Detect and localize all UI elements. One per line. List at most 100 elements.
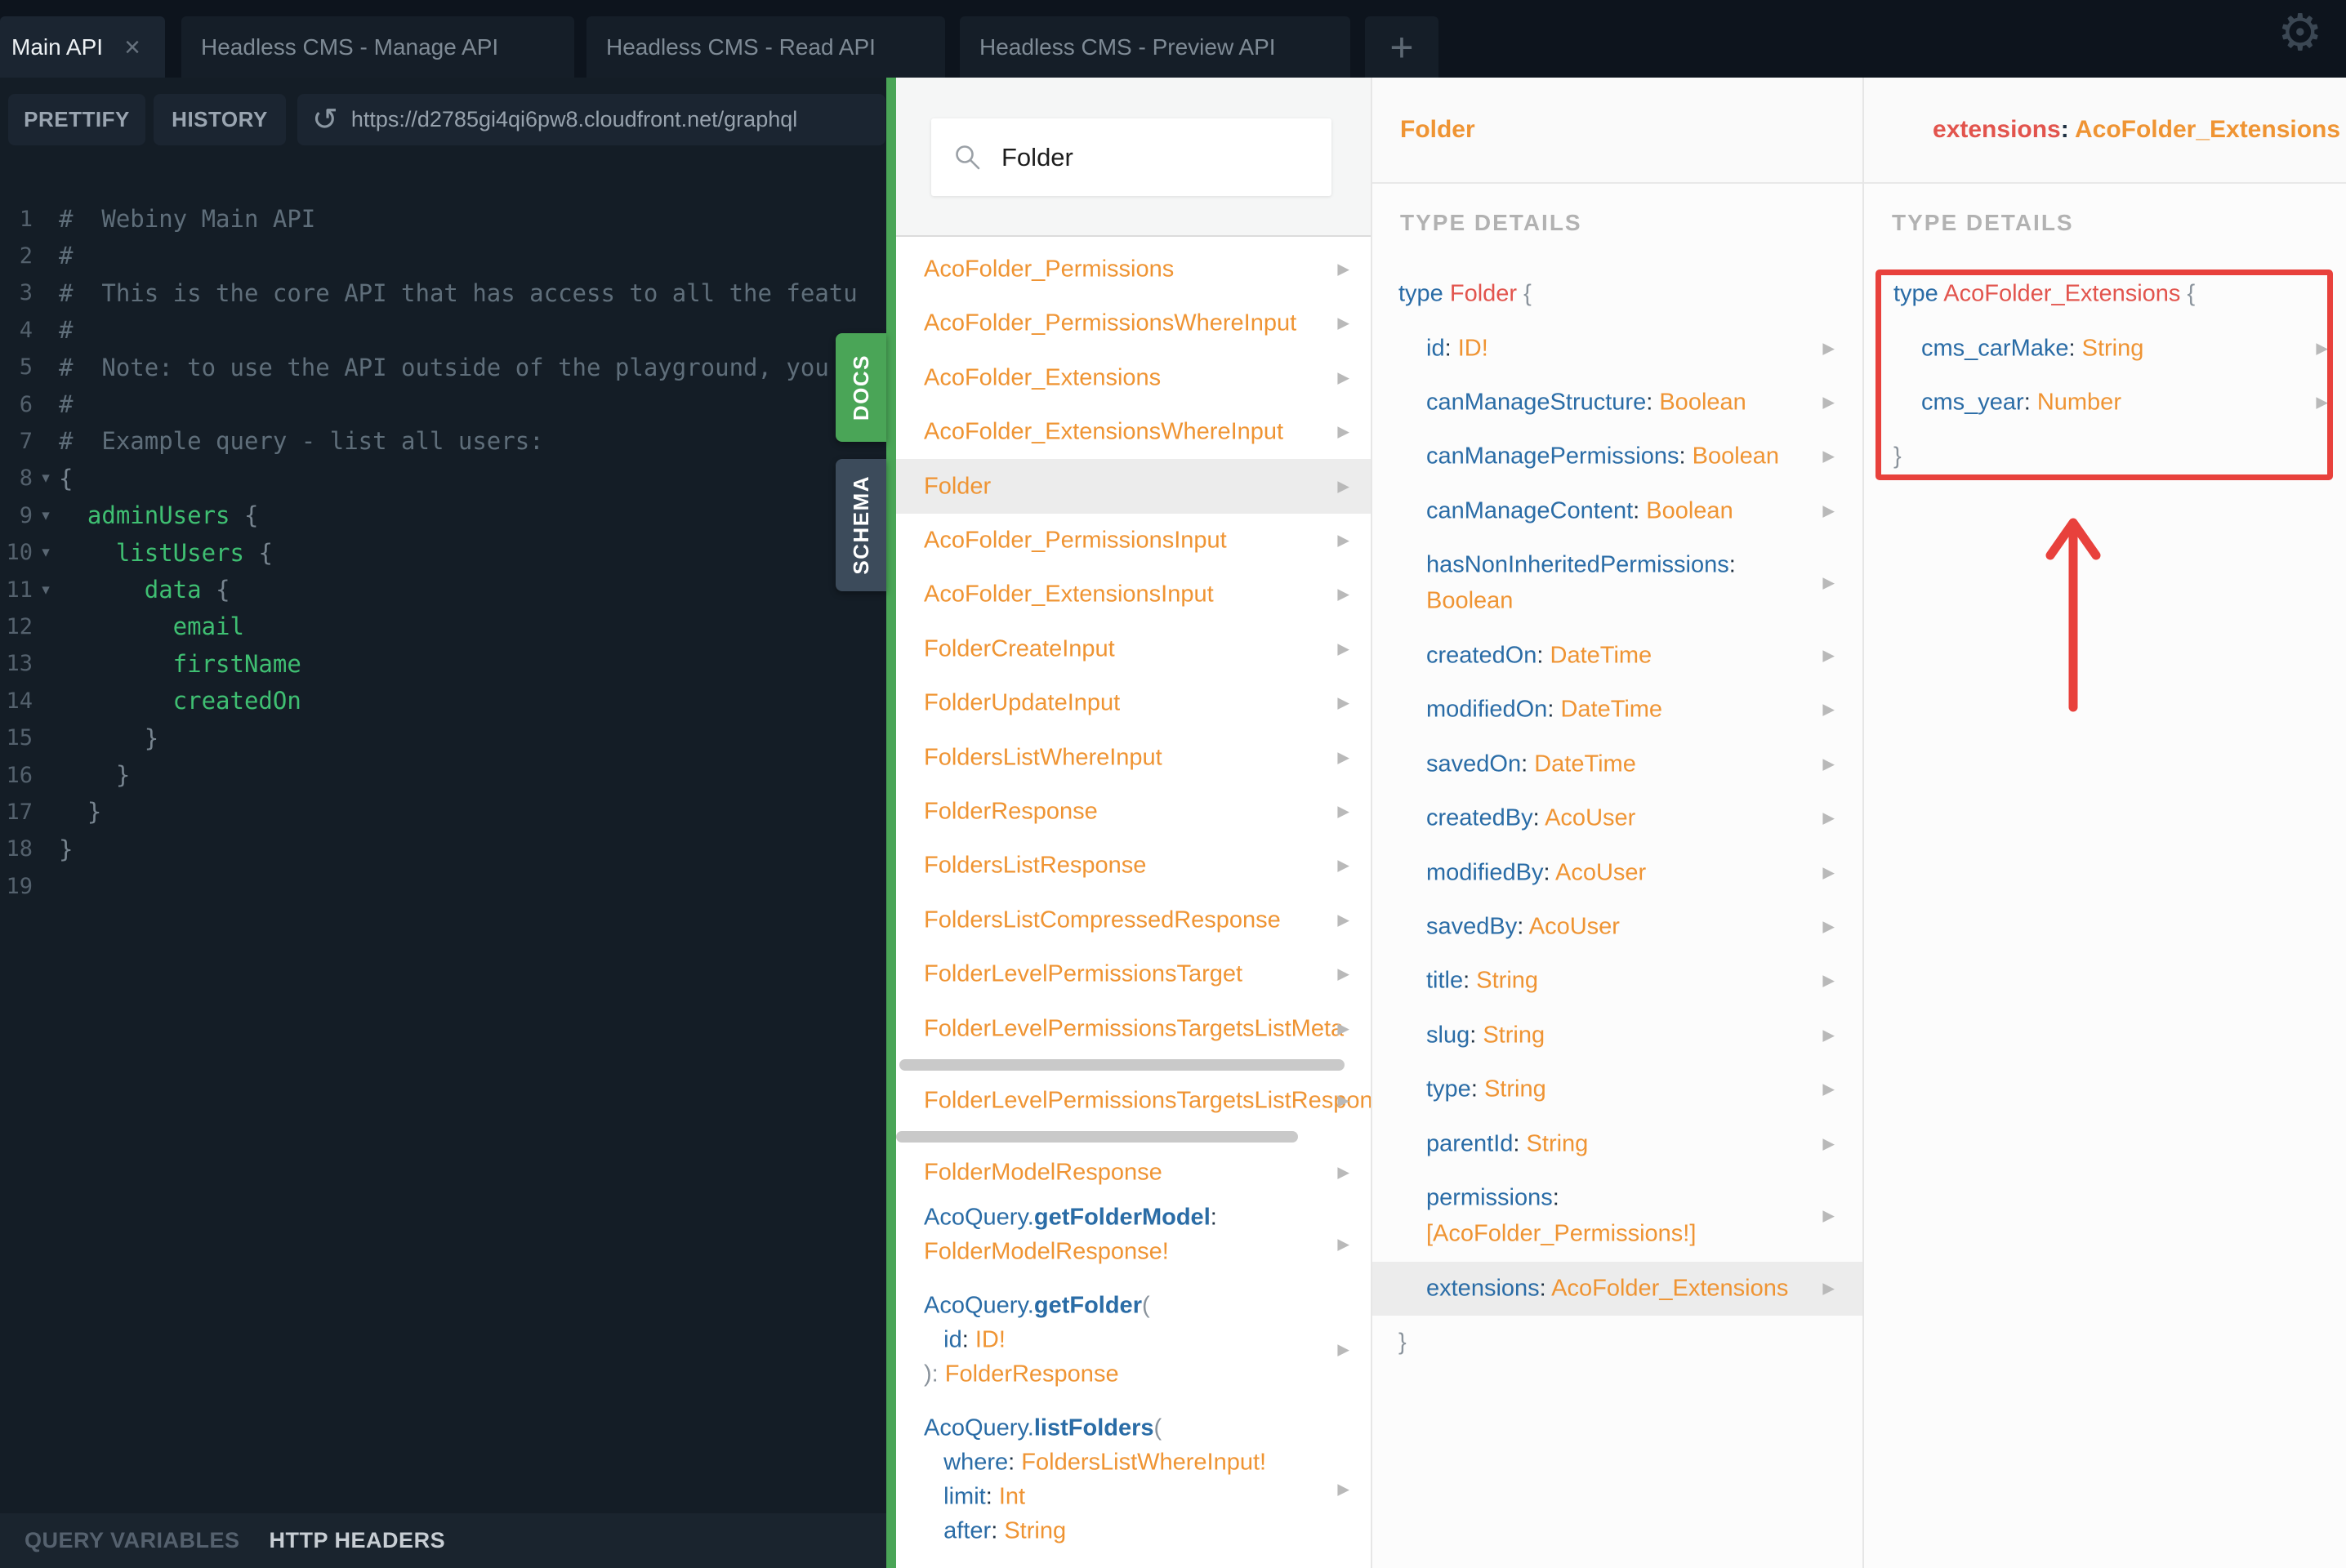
doc-list-item[interactable]: FolderLevelPermissionsTargetsListMeta ▶ (896, 1001, 1371, 1055)
expand-arrow-icon[interactable]: ▶ (1822, 1207, 1835, 1226)
doc-list-item[interactable]: AcoFolder_Extensions ▶ (896, 351, 1371, 405)
expand-arrow-icon[interactable]: ▶ (1337, 368, 1349, 387)
doc-search-input[interactable] (1000, 141, 1313, 173)
doc-list-item[interactable]: AcoQuery.getFolderModel: FolderModelRespo… (896, 1200, 1371, 1289)
type-field-row[interactable]: permissions: [AcoFolder_Permissions!] ▶ (1372, 1171, 1862, 1262)
expand-arrow-icon[interactable]: ▶ (1337, 857, 1349, 875)
doc-list-item[interactable]: Folder ▶ (896, 459, 1371, 514)
doc-list-item[interactable]: FolderLevelPermissionsTarget ▶ (896, 947, 1371, 1001)
type-field-row[interactable]: slug: String ▶ (1372, 1009, 1862, 1062)
doc-list-item[interactable]: FoldersListResponse ▶ (896, 839, 1371, 893)
doc-list-item[interactable]: AcoFolder_ExtensionsWhereInput ▶ (896, 405, 1371, 459)
expand-arrow-icon[interactable]: ▶ (1337, 423, 1349, 442)
expand-arrow-icon[interactable]: ▶ (1822, 501, 1835, 520)
query-variables-tab[interactable]: QUERY VARIABLES (25, 1528, 240, 1553)
type-field-row[interactable]: } (1372, 1316, 1862, 1370)
editor-line[interactable]: 10 ▾ listUsers { (0, 534, 886, 572)
horizontal-scrollbar-thumb[interactable] (899, 1058, 1345, 1071)
doc-list-item[interactable]: FolderModelResponse ▶ (896, 1146, 1371, 1200)
expand-arrow-icon[interactable]: ▶ (1337, 1340, 1349, 1359)
editor-line[interactable]: 9 ▾ adminUsers { (0, 497, 886, 534)
expand-arrow-icon[interactable]: ▶ (1337, 694, 1349, 713)
expand-arrow-icon[interactable]: ▶ (2316, 339, 2328, 358)
expand-arrow-icon[interactable]: ▶ (1337, 477, 1349, 496)
editor-line[interactable]: 15 } (0, 719, 886, 757)
doc-list-item[interactable]: FolderLevelPermissionsTargetsListRespons… (896, 1074, 1371, 1128)
type-field-row[interactable]: type Folder { (1372, 267, 1862, 321)
editor-line[interactable]: 4 # (0, 311, 886, 349)
http-headers-tab[interactable]: HTTP HEADERS (270, 1528, 446, 1553)
expand-arrow-icon[interactable]: ▶ (1337, 314, 1349, 333)
expand-arrow-icon[interactable]: ▶ (1822, 755, 1835, 773)
expand-arrow-icon[interactable]: ▶ (1337, 748, 1349, 767)
expand-arrow-icon[interactable]: ▶ (2316, 393, 2328, 412)
expand-arrow-icon[interactable]: ▶ (1337, 1235, 1349, 1254)
type-field-row[interactable]: modifiedBy: AcoUser ▶ (1372, 845, 1862, 899)
type-field-row[interactable]: type: String ▶ (1372, 1062, 1862, 1116)
doc-list-item[interactable]: AcoQuery.getFolder( id: ID!): FolderResp… (896, 1289, 1371, 1411)
editor-line[interactable]: 19 (0, 867, 886, 905)
type-field-row[interactable]: modifiedOn: DateTime ▶ (1372, 683, 1862, 737)
doc-list-item[interactable]: AcoQuery.listFolders( where: FoldersList… (896, 1411, 1371, 1568)
editor-line[interactable]: 14 createdOn (0, 682, 886, 719)
type-field-row[interactable]: canManageStructure: Boolean ▶ (1372, 376, 1862, 430)
expand-arrow-icon[interactable]: ▶ (1337, 802, 1349, 821)
type-field-row[interactable]: hasNonInheritedPermissions: Boolean ▶ (1372, 538, 1862, 629)
close-icon[interactable]: × (124, 33, 140, 61)
editor-line[interactable]: 6 # (0, 385, 886, 423)
type-field-row[interactable]: parentId: String ▶ (1372, 1116, 1862, 1170)
expand-arrow-icon[interactable]: ▶ (1822, 809, 1835, 828)
expand-arrow-icon[interactable]: ▶ (1822, 339, 1835, 358)
horizontal-scrollbar-thumb[interactable] (896, 1131, 1298, 1143)
expand-arrow-icon[interactable]: ▶ (1337, 1019, 1349, 1038)
tab-main-api[interactable]: Main API × (0, 16, 165, 78)
expand-arrow-icon[interactable]: ▶ (1822, 917, 1835, 936)
editor-line[interactable]: 2 # (0, 237, 886, 274)
expand-arrow-icon[interactable]: ▶ (1822, 972, 1835, 991)
type-field-row[interactable]: id: ID! ▶ (1372, 321, 1862, 375)
doc-search-box[interactable] (931, 118, 1331, 196)
expand-arrow-icon[interactable]: ▶ (1337, 260, 1349, 278)
expand-arrow-icon[interactable]: ▶ (1337, 1091, 1349, 1110)
graphql-query-editor[interactable]: 1 # Webiny Main API 2 #3 # This is the core … (0, 122, 886, 1513)
expand-arrow-icon[interactable]: ▶ (1337, 911, 1349, 929)
editor-line[interactable]: 7 # Example query - list all users: (0, 422, 886, 460)
doc-list-item[interactable]: FoldersListCompressedResponse ▶ (896, 893, 1371, 947)
expand-arrow-icon[interactable]: ▶ (1822, 1026, 1835, 1045)
expand-arrow-icon[interactable]: ▶ (1337, 1164, 1349, 1183)
expand-arrow-icon[interactable]: ▶ (1822, 1279, 1835, 1298)
doc-list-item[interactable]: FolderResponse ▶ (896, 785, 1371, 839)
expand-arrow-icon[interactable]: ▶ (1337, 965, 1349, 984)
docs-side-tab[interactable]: DOCS (836, 333, 886, 442)
doc-list-item[interactable]: FolderCreateInput ▶ (896, 622, 1371, 676)
type-field-row[interactable]: title: String ▶ (1372, 954, 1862, 1008)
settings-gear-icon[interactable]: ⚙ (2277, 8, 2323, 59)
doc-list-item[interactable]: AcoFolder_Permissions ▶ (896, 243, 1371, 296)
editor-line[interactable]: 18} (0, 831, 886, 868)
type-field-row[interactable]: savedOn: DateTime ▶ (1372, 737, 1862, 791)
doc-list-item[interactable]: AcoFolder_PermissionsInput ▶ (896, 514, 1371, 568)
schema-side-tab[interactable]: SCHEMA (836, 459, 886, 591)
doc-list-item[interactable]: FolderUpdateInput ▶ (896, 676, 1371, 730)
type-field-row[interactable]: savedBy: AcoUser ▶ (1372, 900, 1862, 954)
expand-arrow-icon[interactable]: ▶ (1822, 574, 1835, 593)
doc-list-item[interactable]: FoldersListWhereInput ▶ (896, 730, 1371, 784)
editor-line[interactable]: 5 # Note: to use the API outside of the p… (0, 349, 886, 386)
expand-arrow-icon[interactable]: ▶ (1822, 701, 1835, 719)
doc-list-item[interactable]: AcoFolder_PermissionsWhereInput ▶ (896, 296, 1371, 350)
expand-arrow-icon[interactable]: ▶ (1822, 448, 1835, 466)
expand-arrow-icon[interactable]: ▶ (1337, 531, 1349, 550)
docs-panel-divider[interactable] (886, 78, 896, 1568)
type-field-row[interactable]: createdOn: DateTime ▶ (1372, 629, 1862, 683)
type-field-row[interactable]: type AcoFolder_Extensions { (1864, 267, 2346, 321)
fold-arrow-icon[interactable]: ▾ (33, 469, 59, 488)
editor-line[interactable]: 3 # This is the core API that has access … (0, 274, 886, 312)
type-field-row[interactable]: createdBy: AcoUser ▶ (1372, 791, 1862, 845)
tab-headless-cms-manage-api[interactable]: Headless CMS - Manage API (181, 16, 574, 78)
expand-arrow-icon[interactable]: ▶ (1822, 863, 1835, 882)
editor-line[interactable]: 17 } (0, 793, 886, 831)
fold-arrow-icon[interactable]: ▾ (33, 506, 59, 525)
type-field-row[interactable]: canManagePermissions: Boolean ▶ (1372, 430, 1862, 483)
editor-line[interactable]: 16 } (0, 756, 886, 794)
type-field-row[interactable]: cms_year: Number ▶ (1864, 376, 2346, 430)
